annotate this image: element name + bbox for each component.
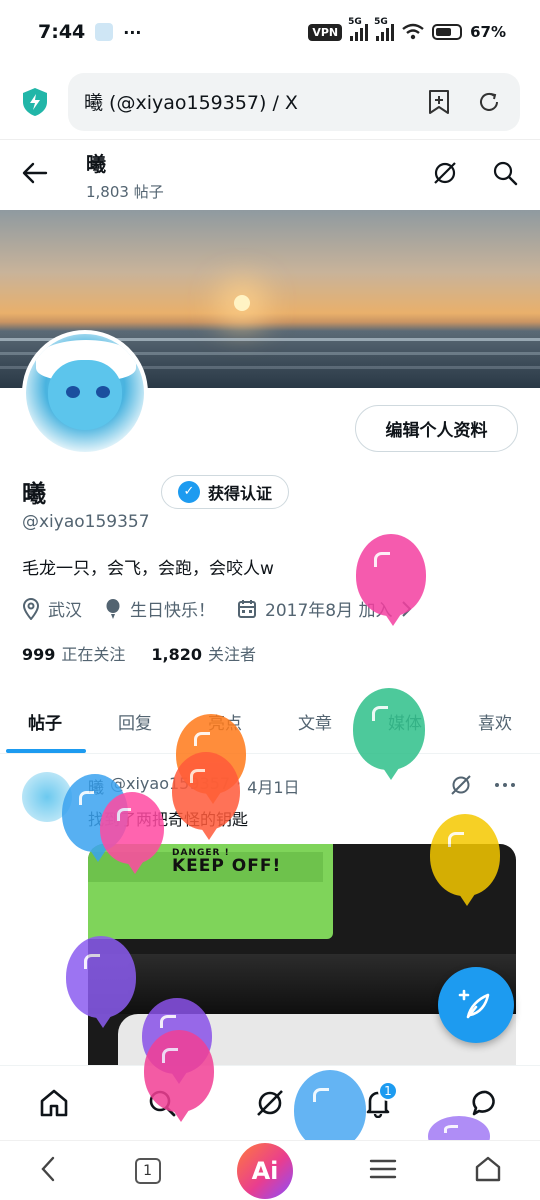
notifications-bell-icon[interactable]: 1	[358, 1081, 398, 1123]
battery-icon	[432, 24, 463, 40]
profile-location: 武汉	[48, 601, 82, 621]
avatar[interactable]	[22, 330, 148, 456]
signal-icon: 5G	[348, 17, 369, 41]
keycap-text: KEEP OFF!	[172, 856, 282, 876]
edit-profile-button[interactable]: 编辑个人资料	[355, 405, 518, 452]
following-label: 正在关注	[61, 645, 126, 664]
profile-handle: @xiyao159357	[22, 512, 150, 532]
profile-name: 曦	[22, 480, 46, 508]
following-count: 999	[22, 645, 56, 664]
network-type-2: 5G	[374, 17, 388, 27]
post-avatar[interactable]	[22, 772, 72, 822]
back-arrow-icon[interactable]	[22, 162, 48, 188]
vpn-badge: VPN	[308, 23, 343, 41]
address-bar[interactable]: 曦 (@xiyao159357) / X	[68, 72, 520, 131]
menu-icon[interactable]	[369, 1158, 397, 1184]
tab-media[interactable]: 媒体	[360, 690, 450, 753]
profile-birthday: 生日快乐！	[130, 601, 215, 621]
bottom-nav: 1	[0, 1065, 540, 1140]
grok-icon[interactable]	[450, 774, 472, 800]
post-date[interactable]: 4月1日	[247, 774, 299, 798]
messages-icon[interactable]	[466, 1083, 506, 1123]
compose-post-button[interactable]	[438, 967, 514, 1043]
profile-joined: 2017年8月 加入	[265, 601, 393, 621]
avatar-eye	[96, 386, 110, 398]
home-icon[interactable]	[34, 1083, 74, 1123]
post-author-handle: @xiyao159357	[110, 774, 231, 793]
tab-highlights[interactable]: 亮点	[180, 690, 270, 753]
following-link[interactable]: 999 正在关注	[22, 641, 125, 665]
bookmark-add-icon[interactable]	[424, 87, 454, 117]
tab-switcher-button[interactable]: 1	[134, 1157, 161, 1184]
post-text: 找到了两把奇怪的钥匙	[88, 810, 249, 829]
status-more: ···	[123, 22, 142, 42]
profile-name-row: 曦 ✓ 获得认证	[22, 474, 290, 509]
tab-replies[interactable]: 回复	[90, 690, 180, 753]
status-time: 7:44	[38, 21, 86, 43]
shield-icon[interactable]	[20, 87, 50, 117]
header-name: 曦	[86, 152, 106, 176]
refresh-icon[interactable]	[474, 87, 504, 117]
profile-meta: 武汉 生日快乐！ 2017年8月 加入	[22, 596, 412, 621]
calendar-icon	[238, 599, 256, 618]
status-bar: 7:44 ··· VPN 5G 5G 67%	[0, 0, 540, 64]
more-options-icon[interactable]	[494, 774, 516, 800]
signal-icon: 5G	[374, 17, 395, 41]
profile-tabs: 帖子 回复 亮点 文章 媒体 喜欢	[0, 690, 540, 754]
wifi-icon	[402, 23, 424, 40]
home-button-icon[interactable]	[474, 1155, 502, 1187]
post-actions	[450, 774, 516, 800]
grok-icon[interactable]	[432, 160, 458, 190]
search-icon[interactable]	[492, 160, 518, 190]
avatar-face	[48, 360, 122, 430]
keycap: DANGER ! KEEP OFF!	[88, 844, 333, 939]
post-header: 曦 @xiyao159357 · 4月1日	[88, 774, 300, 798]
post-separator: ·	[236, 774, 242, 793]
followers-count: 1,820	[151, 645, 203, 664]
profile-bio: 毛龙一只，会飞，会跑，会咬人w	[22, 559, 274, 579]
url-title: 曦 (@xiyao159357) / X	[84, 92, 298, 114]
system-nav-bar: 1 Ai	[0, 1140, 540, 1200]
header-post-count: 1,803 帖子	[86, 183, 164, 201]
profile-header: 曦 1,803 帖子	[0, 140, 540, 210]
tab-articles[interactable]: 文章	[270, 690, 360, 753]
avatar-eye	[66, 386, 80, 398]
get-verified-button[interactable]: ✓ 获得认证	[161, 474, 290, 509]
followers-label: 关注者	[208, 645, 257, 664]
app-notification-icon	[95, 23, 114, 41]
follow-stats: 999 正在关注 1,820 关注者	[22, 641, 256, 665]
verified-check-icon: ✓	[178, 480, 200, 503]
ai-assistant-button[interactable]: Ai	[236, 1142, 293, 1199]
explore-search-icon[interactable]	[142, 1083, 182, 1123]
chevron-right-icon[interactable]	[400, 600, 412, 618]
banner-sun	[234, 295, 250, 311]
tab-likes[interactable]: 喜欢	[450, 690, 540, 753]
post-author-name[interactable]: 曦	[88, 774, 104, 798]
location-pin-icon	[22, 597, 40, 620]
browser-bar: 曦 (@xiyao159357) / X	[0, 64, 540, 140]
tab-posts[interactable]: 帖子	[0, 690, 90, 753]
followers-link[interactable]: 1,820 关注者	[151, 641, 256, 665]
balloon-icon	[106, 598, 120, 619]
back-icon[interactable]	[38, 1155, 58, 1187]
grok-icon[interactable]	[250, 1083, 290, 1123]
get-verified-label: 获得认证	[208, 483, 273, 503]
compose-feather-icon	[458, 989, 490, 1019]
network-type-1: 5G	[348, 17, 362, 27]
battery-percent: 67%	[470, 23, 506, 41]
notification-badge: 1	[378, 1081, 398, 1101]
